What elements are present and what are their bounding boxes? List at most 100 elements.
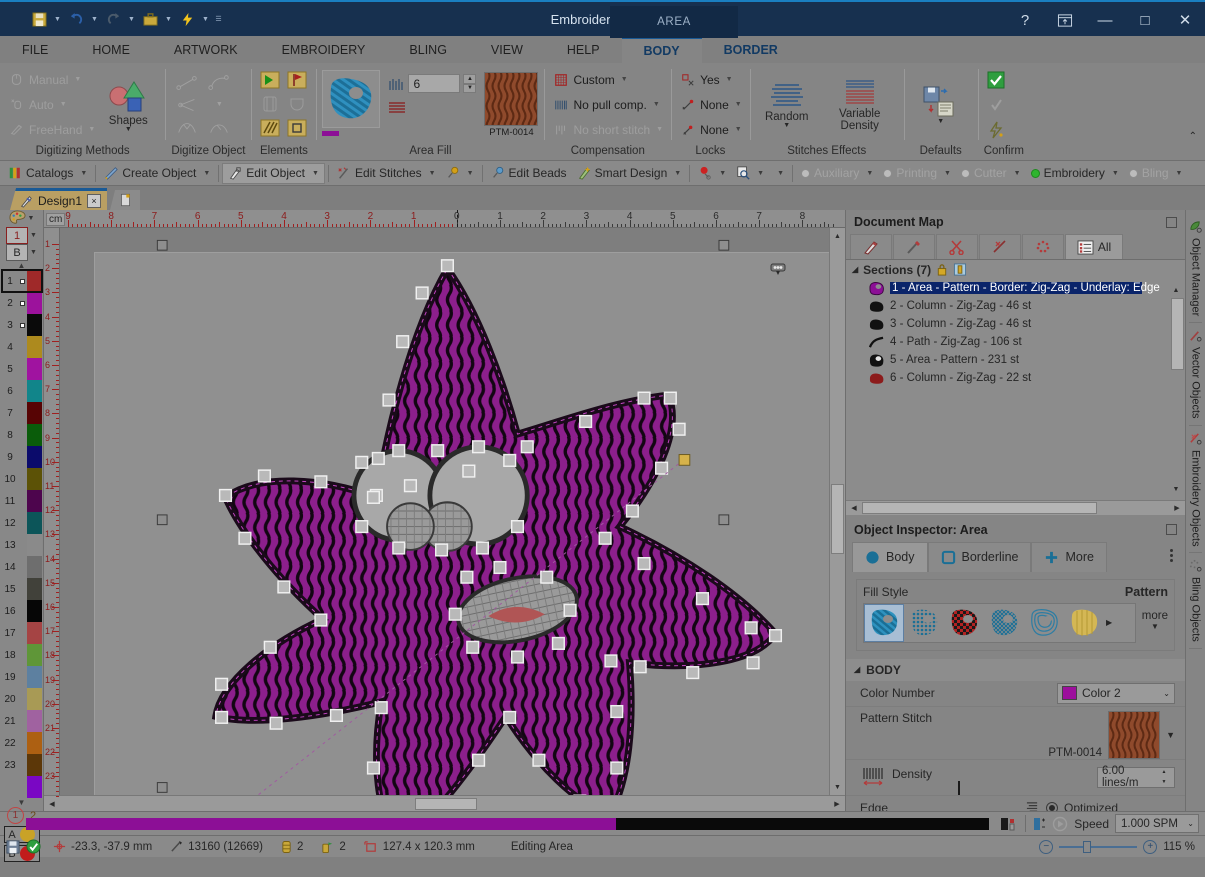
palette-color-16[interactable]: 16 (2, 600, 42, 622)
fill-style-cross[interactable] (984, 604, 1024, 642)
help-icon[interactable]: ? (1005, 2, 1045, 38)
chevron-down-icon[interactable]: ▼ (621, 76, 628, 83)
node-handle[interactable] (503, 710, 517, 724)
chevron-down-icon[interactable]: ▼ (30, 249, 37, 256)
chevron-down-icon[interactable]: ▼ (1112, 170, 1119, 177)
more-tool-icon[interactable]: ▼ (203, 94, 235, 116)
scroll-down-arrow[interactable]: ▼ (830, 779, 846, 795)
node-handle[interactable] (532, 753, 546, 767)
device-bling[interactable]: Bling ▼ (1124, 163, 1188, 184)
redo-icon[interactable] (102, 8, 124, 30)
palette-color-13[interactable]: 13 (2, 534, 42, 556)
document-map-float-button[interactable] (1166, 216, 1177, 228)
scroll-right-arrow[interactable]: ▶ (829, 796, 845, 812)
palette-color-20[interactable]: 20 (2, 688, 42, 710)
ribbon-tab-border[interactable]: BORDER (702, 36, 800, 63)
node-handle[interactable] (215, 710, 229, 724)
chevron-up-icon[interactable]: ⌃ (1189, 131, 1197, 142)
save-icon[interactable] (28, 8, 50, 30)
stepper-down[interactable]: ▼ (463, 83, 477, 93)
chevron-down-icon[interactable]: ▼ (866, 170, 873, 177)
scroll-up-arrow[interactable]: ▲ (830, 228, 846, 244)
short-stitch-item[interactable]: No short stitch ▼ (550, 119, 665, 141)
palette-color-1[interactable]: 1 (0, 269, 43, 293)
canvas-vertical-scrollbar[interactable]: ▲ ▼ (829, 228, 845, 795)
node-handle[interactable] (510, 650, 525, 664)
palette-color-swatch[interactable] (26, 358, 42, 380)
save-dropdown-arrow[interactable]: ▼ (52, 8, 63, 30)
stitch-count-stepper[interactable]: ▲ ▼ (463, 74, 477, 93)
pattern-stitch-dropdown-arrow[interactable]: ▼ (1166, 730, 1175, 740)
lock-icon[interactable] (936, 263, 948, 276)
save-icon[interactable] (6, 839, 20, 854)
vtab-vector-objects[interactable]: Vector Objects (1189, 323, 1202, 426)
selection-handle[interactable] (156, 239, 168, 251)
briefcase-dropdown-arrow[interactable]: ▼ (163, 8, 174, 30)
chevron-down-icon[interactable]: ▼ (30, 232, 37, 239)
palette-icon[interactable] (9, 210, 26, 227)
palette-scroll-down[interactable]: ▼ (18, 798, 26, 807)
color-sequence-track[interactable] (26, 817, 990, 830)
device-printing[interactable]: Printing ▼ (878, 163, 956, 184)
play-icon[interactable] (1052, 816, 1068, 832)
document-map-list[interactable]: ◢ Sections (7) 1 - Area - Pattern - Bord… (846, 260, 1185, 500)
color-segment[interactable] (616, 817, 990, 830)
customize-icon[interactable]: ☰ (213, 8, 224, 30)
stepper-down[interactable]: ▼ (1162, 777, 1174, 787)
canvas-horizontal-scrollbar[interactable]: ◀ ▶ (44, 795, 845, 811)
horizontal-ruler[interactable]: cm 987654321012345678 (44, 210, 845, 228)
palette-scroll-up[interactable]: ▲ (18, 261, 26, 270)
palette-color-swatch[interactable] (26, 622, 42, 644)
edit-beads-button[interactable]: Edit Beads (486, 163, 572, 184)
vtab-bling-objects[interactable]: Bling Objects (1189, 553, 1202, 650)
dm-tab-pencil[interactable] (850, 234, 892, 259)
fill-angle-icon[interactable] (257, 117, 282, 139)
node-handle[interactable] (598, 531, 612, 545)
node-handle[interactable] (663, 391, 677, 405)
node-handle[interactable] (672, 422, 686, 436)
node-handle[interactable] (355, 455, 369, 469)
palette-color-11[interactable]: 11 (2, 490, 42, 512)
palette-color-swatch[interactable] (26, 490, 42, 512)
chevron-down-icon[interactable]: ▼ (467, 170, 474, 177)
pattern-stitch-preview[interactable] (1108, 710, 1161, 759)
briefcase-icon[interactable] (139, 8, 161, 30)
auto-digitize-item[interactable]: Auto ▼ (6, 94, 97, 116)
chevron-down-icon[interactable]: ▼ (1176, 170, 1183, 177)
node-handle[interactable] (610, 704, 624, 719)
random-stitch-button[interactable]: Random ▼ (756, 69, 818, 141)
chevron-down-icon[interactable]: ▼ (656, 126, 663, 133)
palette-color-7[interactable]: 7 (2, 402, 42, 424)
starfish-design[interactable] (60, 228, 829, 795)
node-handle[interactable] (392, 444, 406, 458)
node-handle[interactable] (371, 451, 385, 466)
node-handle[interactable] (374, 701, 388, 715)
palette-color-5[interactable]: 5 (2, 358, 42, 380)
palette-color-19[interactable]: 19 (2, 666, 42, 688)
palette-color-swatch[interactable] (26, 754, 42, 776)
chevron-down-icon[interactable]: ▼ (1014, 170, 1021, 177)
stepper-up[interactable]: ▲ (1162, 768, 1174, 778)
palette-color-swatch[interactable] (26, 776, 42, 798)
node-handle[interactable] (633, 660, 647, 674)
color-number-combo[interactable]: Color 2 ⌄ (1057, 682, 1175, 704)
node-handle[interactable] (314, 613, 328, 627)
custom-compensation-item[interactable]: Custom ▼ (550, 69, 665, 91)
node-handle[interactable] (257, 469, 271, 483)
oi-tab-more[interactable]: More (1031, 541, 1107, 572)
fill-style-gold[interactable] (1064, 604, 1104, 642)
dm-tab-scissors[interactable] (936, 234, 978, 259)
palette-color-8[interactable]: 8 (2, 424, 42, 446)
palette-color-swatch[interactable] (26, 402, 42, 424)
smart-design-button[interactable]: Smart Design ▼ (572, 163, 687, 184)
chevron-down-icon[interactable]: ▼ (937, 118, 944, 125)
fill-style-dotted[interactable] (904, 604, 944, 642)
palette-color-3[interactable]: 3 (2, 314, 42, 336)
ribbon-tab-view[interactable]: VIEW (469, 36, 545, 63)
radio-optimized[interactable] (1046, 801, 1058, 811)
node-edit-button[interactable]: ▼ (441, 163, 479, 184)
manual-digitize-item[interactable]: Manual ▼ (6, 69, 97, 91)
ribbon-tab-body[interactable]: BODY (621, 36, 702, 63)
palette-color-swatch[interactable] (26, 710, 42, 732)
ribbon-tab-embroidery[interactable]: EMBROIDERY (260, 36, 388, 63)
